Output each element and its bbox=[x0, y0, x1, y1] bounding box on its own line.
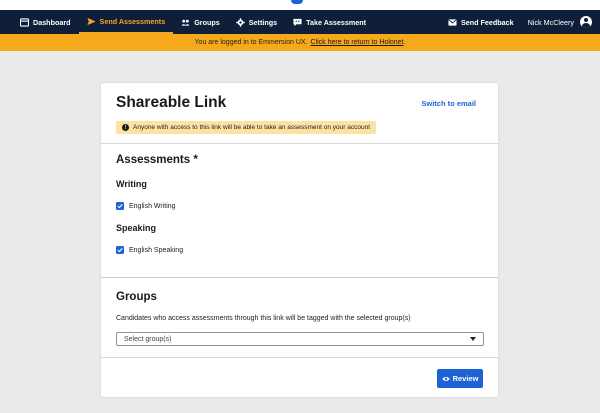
groups-section: Groups Candidates who access assessments… bbox=[101, 278, 498, 358]
group-select[interactable]: Select group(s) bbox=[116, 332, 484, 346]
english-writing-label: English Writing bbox=[129, 202, 176, 210]
send-feedback-label: Send Feedback bbox=[460, 17, 514, 27]
nav-take-assessment[interactable]: Take Assessment bbox=[285, 10, 374, 34]
nav-right: Send Feedback Nick McCleery bbox=[440, 10, 600, 34]
impersonation-banner: You are logged in to Emmersion UX. Click… bbox=[0, 34, 600, 51]
top-strip bbox=[0, 0, 600, 10]
assessments-heading: Assessments * bbox=[116, 154, 198, 166]
nav-groups-label: Groups bbox=[194, 17, 220, 27]
nav-take-assessment-label: Take Assessment bbox=[306, 17, 367, 27]
english-writing-checkbox[interactable]: English Writing bbox=[116, 202, 176, 210]
warning-alert: ! Anyone with access to this link will b… bbox=[116, 121, 377, 134]
groups-icon bbox=[181, 18, 190, 27]
banner-suffix: . bbox=[403, 39, 406, 46]
top-navbar: Dashboard Send Assessments Groups Settin… bbox=[0, 10, 600, 34]
return-to-holonet-link[interactable]: Click here to return to Holonet bbox=[311, 39, 404, 46]
check-icon bbox=[116, 202, 124, 210]
review-button[interactable]: Review bbox=[437, 369, 483, 388]
send-feedback-button[interactable]: Send Feedback bbox=[440, 18, 522, 27]
dashboard-icon bbox=[20, 17, 29, 27]
group-select-placeholder: Select group(s) bbox=[124, 335, 172, 343]
switch-to-email-link[interactable]: Switch to email bbox=[421, 99, 476, 108]
groups-heading: Groups bbox=[116, 291, 157, 303]
nav-dashboard[interactable]: Dashboard bbox=[12, 10, 79, 34]
assessments-section: Assessments * Writing English Writing Sp… bbox=[101, 144, 498, 278]
nav-send-assessments[interactable]: Send Assessments bbox=[78, 10, 174, 34]
user-menu[interactable]: Nick McCleery bbox=[528, 16, 592, 28]
speaking-heading: Speaking bbox=[116, 223, 157, 233]
warning-text: Anyone with access to this link will be … bbox=[133, 124, 371, 131]
user-name: Nick McCleery bbox=[527, 17, 574, 27]
eye-icon bbox=[441, 376, 450, 381]
english-speaking-label: English Speaking bbox=[129, 246, 184, 254]
groups-description: Candidates who access assessments throug… bbox=[116, 315, 411, 322]
review-label: Review bbox=[452, 374, 479, 383]
nav-send-assessments-label: Send Assessments bbox=[99, 16, 166, 26]
page-title: Shareable Link bbox=[116, 94, 227, 111]
banner-text: You are logged in to Emmersion UX. bbox=[194, 39, 308, 46]
card-footer: Review bbox=[101, 358, 498, 397]
nav-groups[interactable]: Groups bbox=[173, 10, 228, 34]
writing-heading: Writing bbox=[116, 179, 147, 189]
logo-icon bbox=[291, 0, 303, 4]
chat-icon bbox=[293, 18, 302, 27]
english-speaking-checkbox[interactable]: English Speaking bbox=[116, 246, 183, 254]
check-icon bbox=[116, 246, 124, 254]
nav-settings-label: Settings bbox=[248, 17, 278, 27]
shareable-link-card: Shareable Link Switch to email ! Anyone … bbox=[101, 83, 498, 397]
nav-dashboard-label: Dashboard bbox=[33, 17, 71, 27]
gear-icon bbox=[236, 17, 245, 27]
send-icon bbox=[86, 17, 96, 26]
avatar bbox=[580, 16, 592, 28]
nav-settings[interactable]: Settings bbox=[228, 10, 285, 34]
caret-down-icon bbox=[470, 337, 476, 341]
warning-icon: ! bbox=[122, 124, 129, 131]
mail-icon bbox=[448, 18, 457, 27]
card-header: Shareable Link Switch to email ! Anyone … bbox=[101, 83, 498, 144]
